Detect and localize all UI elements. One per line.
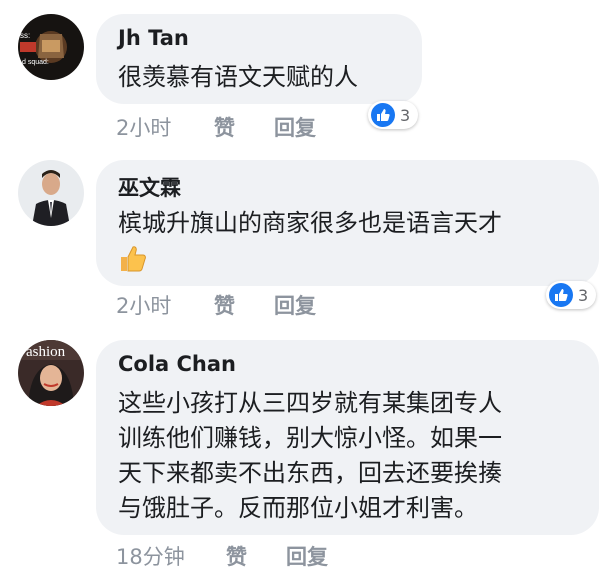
avatar-image: ss: d squad:: [18, 14, 84, 80]
avatar[interactable]: ashion: [18, 340, 84, 406]
like-button[interactable]: 赞: [214, 112, 235, 142]
like-reaction-icon: [371, 103, 395, 127]
comment-text: 很羡慕有语文天赋的人: [118, 60, 358, 95]
comment-text: 这些小孩打从三四岁就有某集团专人 训练他们赚钱，别大惊小怪。如果一 天下来都卖不…: [118, 386, 502, 526]
comment-line: 这些小孩打从三四岁就有某集团专人: [118, 389, 502, 417]
comment-bubble: Cola Chan 这些小孩打从三四岁就有某集团专人 训练他们赚钱，别大惊小怪。…: [96, 340, 599, 535]
comment-timestamp[interactable]: 2小时: [116, 112, 171, 142]
svg-text:ss:: ss:: [20, 31, 30, 40]
comment-line: 槟城升旗山的商家很多也是语言天才: [118, 209, 502, 237]
comment-text: 槟城升旗山的商家很多也是语言天才: [118, 206, 502, 241]
reply-button[interactable]: 回复: [274, 112, 316, 142]
like-button[interactable]: 赞: [214, 290, 235, 320]
avatar-image: [18, 160, 84, 226]
reply-button[interactable]: 回复: [286, 541, 328, 571]
reaction-summary[interactable]: 3: [368, 101, 419, 129]
comment-bubble: Jh Tan 很羡慕有语文天赋的人: [96, 14, 422, 104]
like-reaction-icon: [549, 283, 573, 307]
comment-line: 与饿肚子。反而那位小姐才利害。: [118, 494, 478, 522]
avatar[interactable]: ss: d squad:: [18, 14, 84, 80]
avatar-image: ashion: [18, 340, 84, 406]
comment-line: 天下来都卖不出东西，回去还要挨揍: [118, 459, 502, 487]
comment-timestamp[interactable]: 2小时: [116, 290, 171, 320]
comment-bubble: 巫文霖 槟城升旗山的商家很多也是语言天才: [96, 160, 599, 286]
svg-text:d squad:: d squad:: [22, 59, 49, 66]
comment-author[interactable]: 巫文霖: [118, 172, 181, 202]
comment-author[interactable]: Jh Tan: [118, 26, 189, 50]
comment-line: 训练他们赚钱，别大惊小怪。如果一: [118, 424, 502, 452]
reaction-summary[interactable]: 3: [546, 281, 597, 309]
reaction-count: 3: [578, 285, 589, 305]
comment-author[interactable]: Cola Chan: [118, 352, 236, 376]
like-button[interactable]: 赞: [226, 541, 247, 571]
svg-text:ashion: ashion: [26, 344, 66, 360]
avatar[interactable]: [18, 160, 84, 226]
comment-timestamp[interactable]: 18分钟: [116, 541, 185, 571]
comment-line: 很羡慕有语文天赋的人: [118, 63, 358, 91]
reaction-count: 3: [400, 105, 411, 125]
reply-button[interactable]: 回复: [274, 290, 316, 320]
thumbs-up-emoji: [118, 244, 148, 278]
